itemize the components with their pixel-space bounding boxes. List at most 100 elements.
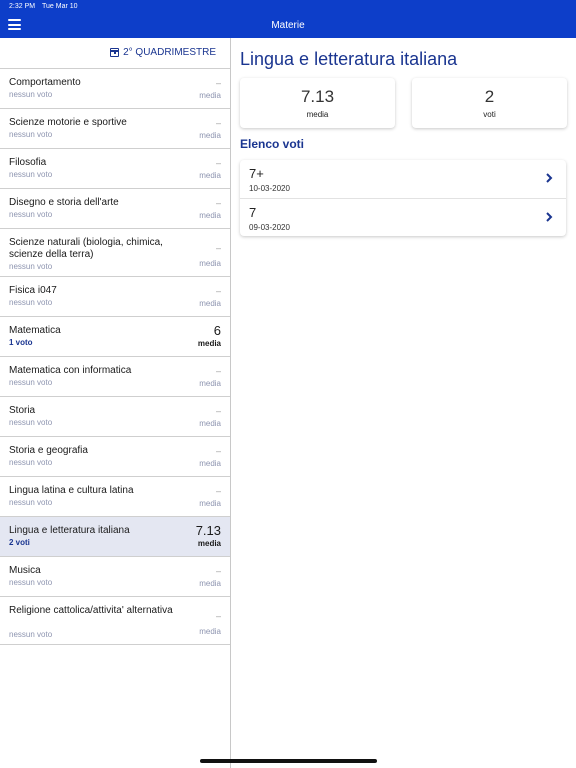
subject-vote-count: nessun voto bbox=[9, 498, 53, 507]
subject-row[interactable]: Religione cattolica/attivita' alternativ… bbox=[0, 596, 230, 644]
grade-date: 10-03-2020 bbox=[249, 184, 290, 193]
subject-row[interactable]: Fisica i047 nessun voto – media bbox=[0, 276, 230, 316]
subject-vote-count: nessun voto bbox=[9, 210, 53, 219]
subject-vote-count: nessun voto bbox=[9, 170, 53, 179]
subject-name: Comportamento bbox=[9, 77, 81, 88]
subject-vote-count: nessun voto bbox=[9, 90, 53, 99]
subject-name: Lingua e letteratura italiana bbox=[9, 525, 130, 536]
subject-row[interactable]: Scienze motorie e sportive nessun voto – me… bbox=[0, 108, 230, 148]
subject-average-label: media bbox=[199, 131, 221, 140]
subject-average-label: media bbox=[197, 339, 221, 348]
subject-average: – bbox=[215, 366, 221, 376]
subject-name: Scienze naturali (biologia, chimica, sci… bbox=[9, 237, 163, 260]
subject-row[interactable]: Lingua e letteratura italiana 2 voti 7.13 m… bbox=[0, 516, 230, 556]
subject-average: – bbox=[215, 566, 221, 576]
grades-section-title: Elenco voti bbox=[240, 137, 305, 151]
subject-average: – bbox=[215, 286, 221, 296]
status-time: 2:32 PM bbox=[9, 3, 36, 10]
subject-row[interactable]: Filosofia nessun voto – media bbox=[0, 148, 230, 188]
home-indicator[interactable] bbox=[200, 759, 377, 763]
count-label: voti bbox=[483, 110, 496, 119]
subject-name: Lingua latina e cultura latina bbox=[9, 485, 134, 496]
subject-average: 6 bbox=[213, 323, 221, 338]
subject-average-label: media bbox=[199, 91, 221, 100]
grade-value: 7 bbox=[249, 205, 257, 220]
subject-average-label: media bbox=[199, 379, 221, 388]
subject-row[interactable]: Scienze naturali (biologia, chimica, sci… bbox=[0, 228, 230, 276]
subject-row[interactable]: Storia nessun voto – media bbox=[0, 396, 230, 436]
subject-detail: Lingua e letteratura italiana 7.13 media… bbox=[231, 38, 576, 768]
subject-vote-count: nessun voto bbox=[9, 458, 53, 467]
subject-average: 7.13 bbox=[195, 523, 221, 538]
subject-row[interactable]: Matematica 1 voto 6 media bbox=[0, 316, 230, 356]
subject-row[interactable]: Disegno e storia dell'arte nessun voto – me… bbox=[0, 188, 230, 228]
subject-average-label: media bbox=[199, 419, 221, 428]
subject-average-label: media bbox=[199, 259, 221, 268]
app-header: 2:32 PM Tue Mar 10 100% Materie bbox=[0, 0, 576, 410]
subject-average: – bbox=[215, 406, 221, 416]
subject-vote-count: nessun voto bbox=[9, 262, 53, 271]
subjects-panel: 2° QUADRIMESTRE Comportamento nessun voto… bbox=[0, 38, 230, 768]
grade-date: 09-03-2020 bbox=[249, 223, 290, 232]
subject-average: – bbox=[215, 198, 221, 208]
status-bar: 2:32 PM Tue Mar 10 100% bbox=[0, 3, 576, 410]
chevron-right-icon bbox=[546, 173, 553, 183]
grade-value: 7+ bbox=[249, 166, 264, 181]
calendar-icon bbox=[110, 48, 120, 57]
subject-name: Scienze motorie e sportive bbox=[9, 117, 127, 128]
subject-average: – bbox=[215, 78, 221, 88]
subject-vote-count: 1 voto bbox=[9, 338, 33, 347]
subject-row[interactable]: Storia e geografia nessun voto – media bbox=[0, 436, 230, 476]
subject-vote-count: 2 voti bbox=[9, 538, 30, 547]
subject-title: Lingua e letteratura italiana bbox=[240, 49, 458, 69]
subject-name: Musica bbox=[9, 565, 41, 576]
page-title: Materie bbox=[271, 20, 305, 31]
subject-average-label: media bbox=[199, 627, 221, 636]
subject-average: – bbox=[215, 118, 221, 128]
subject-name: Storia e geografia bbox=[9, 445, 88, 456]
subject-average-label: media bbox=[197, 539, 221, 548]
subject-name: Religione cattolica/attivita' alternativ… bbox=[9, 605, 173, 616]
term-label: 2° QUADRIMESTRE bbox=[123, 47, 216, 58]
status-date: Tue Mar 10 bbox=[42, 3, 78, 10]
subject-average-label: media bbox=[199, 211, 221, 220]
subject-average-label: media bbox=[199, 171, 221, 180]
subject-average-label: media bbox=[199, 299, 221, 308]
chevron-right-icon bbox=[546, 212, 553, 222]
subject-row[interactable]: Matematica con informatica nessun voto – me… bbox=[0, 356, 230, 396]
count-card: 2 voti bbox=[412, 78, 567, 128]
subject-vote-count: nessun voto bbox=[9, 298, 53, 307]
term-selector[interactable]: 2° QUADRIMESTRE bbox=[110, 47, 216, 58]
subject-row[interactable]: Comportamento nessun voto – media bbox=[0, 68, 230, 108]
average-label: media bbox=[306, 110, 329, 119]
average-value: 7.13 bbox=[300, 87, 335, 106]
subject-vote-count: nessun voto bbox=[9, 130, 53, 139]
grade-row[interactable]: 7 09-03-2020 bbox=[240, 198, 566, 236]
subject-name: Filosofia bbox=[9, 157, 47, 168]
subject-vote-count: nessun voto bbox=[9, 578, 53, 587]
grades-list: 7+ 10-03-2020 7 09-03-2020 bbox=[240, 160, 566, 236]
average-card: 7.13 media bbox=[240, 78, 395, 128]
list-end-divider bbox=[0, 644, 230, 645]
subject-list: Comportamento nessun voto – media Scienze mo… bbox=[0, 68, 230, 645]
subject-vote-count: nessun voto bbox=[9, 418, 53, 427]
subject-vote-count: nessun voto bbox=[9, 378, 53, 387]
subject-average: – bbox=[215, 611, 221, 621]
subject-average: – bbox=[215, 158, 221, 168]
subject-average-label: media bbox=[199, 459, 221, 468]
subject-average-label: media bbox=[199, 579, 221, 588]
subject-name: Storia bbox=[9, 405, 36, 416]
count-value: 2 bbox=[484, 87, 495, 106]
grade-row[interactable]: 7+ 10-03-2020 bbox=[240, 160, 566, 198]
subject-row[interactable]: Lingua latina e cultura latina nessun vot… bbox=[0, 476, 230, 516]
subject-vote-count: nessun voto bbox=[9, 630, 53, 639]
subject-name: Disegno e storia dell'arte bbox=[9, 197, 119, 208]
subject-row[interactable]: Musica nessun voto – media bbox=[0, 556, 230, 596]
subject-average-label: media bbox=[199, 499, 221, 508]
subject-average: – bbox=[215, 486, 221, 496]
subject-average: – bbox=[215, 243, 221, 253]
subject-average: – bbox=[215, 446, 221, 456]
subject-name: Matematica con informatica bbox=[9, 365, 132, 376]
subject-name: Matematica bbox=[9, 325, 61, 336]
subject-name: Fisica i047 bbox=[9, 285, 57, 296]
